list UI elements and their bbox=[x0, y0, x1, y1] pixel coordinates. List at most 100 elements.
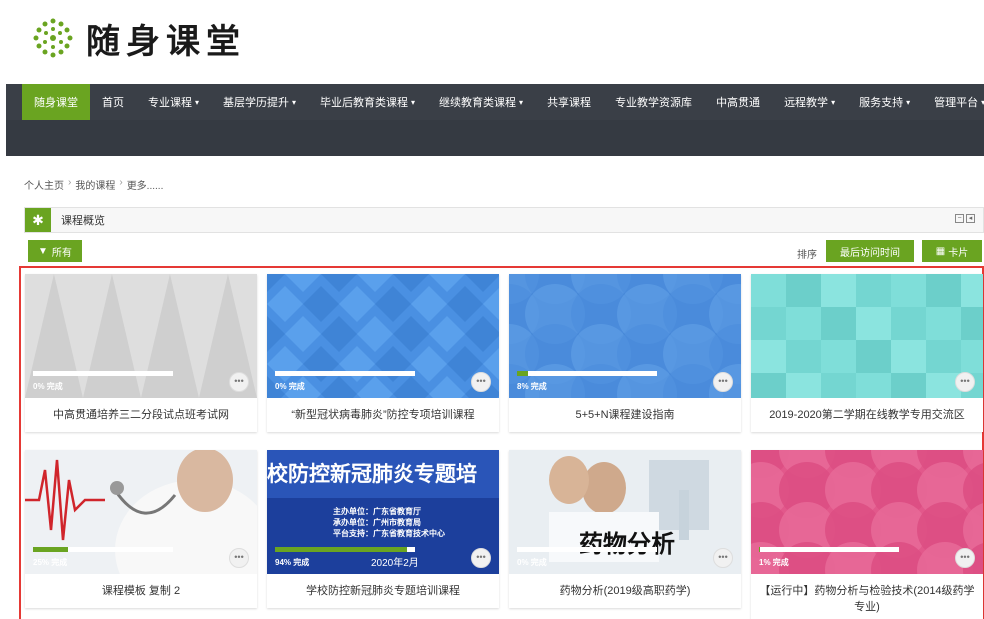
nav-item[interactable]: 中高贯通 bbox=[704, 84, 772, 120]
nav-item-label: 管理平台 bbox=[934, 97, 979, 109]
progress-bar bbox=[33, 371, 173, 376]
banner-headline: 药物分析 bbox=[579, 531, 675, 558]
nav-item-label: 毕业后教育类课程 bbox=[320, 97, 409, 109]
breadcrumb-more[interactable]: 更多...... bbox=[127, 177, 164, 192]
nav-item[interactable]: 随身课堂 bbox=[22, 84, 90, 120]
more-actions-button[interactable]: ••• bbox=[713, 372, 733, 392]
progress-bar bbox=[517, 547, 657, 552]
more-actions-button[interactable]: ••• bbox=[229, 548, 249, 568]
course-image bbox=[25, 274, 257, 398]
chevron-down-icon: ▾ bbox=[195, 97, 200, 107]
banner-date: 2020年2月 bbox=[371, 558, 419, 569]
banner-line: 承办单位：广州市教育局 bbox=[333, 518, 421, 527]
course-card[interactable]: 0% 完成 ••• 中高贯通培养三二分段试点班考试网 bbox=[25, 274, 257, 432]
course-title[interactable]: “新型冠状病毒肺炎”防控专项培训课程 bbox=[267, 398, 499, 432]
breadcrumb-my-courses[interactable]: 我的课程 bbox=[75, 177, 115, 192]
asterisk-icon: ✱ bbox=[25, 208, 51, 232]
course-card[interactable]: 8% 完成 ••• 5+5+N课程建设指南 bbox=[509, 274, 741, 432]
course-card-image[interactable]: 8% 完成 ••• bbox=[509, 274, 741, 398]
nav-item[interactable]: 专业课程 ▾ bbox=[136, 84, 211, 120]
chevron-down-icon: ▾ bbox=[411, 97, 416, 107]
main-nav: 随身课堂 首页 专业课程 ▾ 基层学历提升 ▾ 毕业后教育类课程 ▾ 继续教育类课程 ▾ 共享课程专… bbox=[6, 84, 984, 120]
course-card[interactable]: 0% 完成 ••• “新型冠状病毒肺炎”防控专项培训课程 bbox=[267, 274, 499, 432]
course-title[interactable]: 学校防控新冠肺炎专题培训课程 bbox=[267, 574, 499, 608]
sort-last-accessed-button[interactable]: 最后访问时间 bbox=[826, 240, 914, 262]
block-controls: − ◂ bbox=[955, 214, 975, 223]
nav-subbar bbox=[6, 120, 984, 156]
chevron-down-icon: ▾ bbox=[831, 97, 836, 107]
breadcrumb-home[interactable]: 个人主页 bbox=[24, 177, 64, 192]
nav-item[interactable]: 毕业后教育类课程 ▾ bbox=[308, 84, 427, 120]
course-card-image[interactable]: 1% 完成 ••• bbox=[751, 450, 983, 574]
nav-item-label: 服务支持 bbox=[859, 97, 904, 109]
funnel-icon: ▼ bbox=[38, 245, 48, 257]
filter-all-button[interactable]: ▼ 所有 bbox=[28, 240, 82, 262]
progress-fill bbox=[33, 547, 68, 552]
progress-label: 0% 完成 bbox=[33, 382, 63, 391]
chevron-down-icon: ▾ bbox=[292, 97, 297, 107]
filter-label: 所有 bbox=[51, 247, 72, 259]
course-card-image[interactable]: 0% 完成 ••• bbox=[267, 274, 499, 398]
grid-icon: ▦ bbox=[935, 245, 946, 257]
course-image bbox=[25, 450, 257, 574]
course-card-image[interactable]: 药物分析 0% 完成 ••• bbox=[509, 450, 741, 574]
course-image bbox=[751, 274, 983, 398]
progress-label: 8% 完成 bbox=[517, 382, 547, 391]
progress-bar bbox=[275, 547, 415, 552]
banner-headline: 校防控新冠肺炎专题培 bbox=[267, 463, 477, 486]
nav-item[interactable]: 远程教学 ▾ bbox=[772, 84, 847, 120]
view-card-button[interactable]: ▦ 卡片 bbox=[922, 240, 982, 262]
nav-item-label: 共享课程 bbox=[547, 97, 592, 109]
progress-label: 94% 完成 bbox=[275, 558, 310, 567]
nav-item[interactable]: 专业教学资源库 bbox=[603, 84, 704, 120]
nav-item[interactable]: 管理平台 ▾ bbox=[922, 84, 984, 120]
course-card-image[interactable]: 25% 完成 ••• bbox=[25, 450, 257, 574]
progress-fill bbox=[759, 547, 761, 552]
nav-item[interactable]: 继续教育类课程 ▾ bbox=[427, 84, 535, 120]
course-image bbox=[267, 274, 499, 398]
more-actions-button[interactable]: ••• bbox=[713, 548, 733, 568]
progress-label: 25% 完成 bbox=[33, 558, 68, 567]
nav-item-label: 中高贯通 bbox=[716, 97, 761, 109]
course-card[interactable]: 25% 完成 ••• 课程模板 复制 2 bbox=[25, 450, 257, 608]
nav-item[interactable]: 基层学历提升 ▾ bbox=[211, 84, 308, 120]
chevron-down-icon: ▾ bbox=[519, 97, 524, 107]
sort-label: 排序 bbox=[797, 250, 817, 261]
nav-item[interactable]: 共享课程 bbox=[535, 84, 603, 120]
nav-item[interactable]: 首页 bbox=[90, 84, 136, 120]
more-actions-button[interactable]: ••• bbox=[471, 372, 491, 392]
more-actions-button[interactable]: ••• bbox=[955, 548, 975, 568]
nav-item-label: 远程教学 bbox=[784, 97, 829, 109]
course-card[interactable]: ••• 2019-2020第二学期在线教学专用交流区 bbox=[751, 274, 983, 432]
course-card[interactable]: 药物分析 0% 完成 ••• 药物分析(2019级高职药学) bbox=[509, 450, 741, 608]
course-title[interactable]: 药物分析(2019级高职药学) bbox=[509, 574, 741, 608]
course-card-image[interactable]: 校防控新冠肺炎专题培 主办单位：广东省教育厅 承办单位：广州市教育局 平台支持：广东省… bbox=[267, 450, 499, 574]
nav-item[interactable]: 服务支持 ▾ bbox=[847, 84, 922, 120]
course-card[interactable]: 校防控新冠肺炎专题培 主办单位：广东省教育厅 承办单位：广州市教育局 平台支持：广东省… bbox=[267, 450, 499, 608]
site-logo[interactable]: 随身课堂 bbox=[30, 10, 246, 66]
nav-item-label: 基层学历提升 bbox=[223, 97, 290, 109]
course-title[interactable]: 5+5+N课程建设指南 bbox=[509, 398, 741, 432]
breadcrumb: 个人主页 › 我的课程 › 更多...... bbox=[24, 177, 163, 192]
course-title[interactable]: 【运行中】药物分析与检验技术(2014级药学专业) bbox=[751, 574, 983, 619]
course-title[interactable]: 中高贯通培养三二分段试点班考试网 bbox=[25, 398, 257, 432]
more-actions-button[interactable]: ••• bbox=[471, 548, 491, 568]
course-card-image[interactable]: ••• bbox=[751, 274, 983, 398]
nav-item-label: 继续教育类课程 bbox=[439, 97, 517, 109]
dock-icon[interactable]: ◂ bbox=[966, 214, 975, 223]
course-title[interactable]: 课程模板 复制 2 bbox=[25, 574, 257, 608]
logo-dots-icon bbox=[30, 15, 76, 61]
logo-text: 随身课堂 bbox=[86, 21, 246, 62]
course-title[interactable]: 2019-2020第二学期在线教学专用交流区 bbox=[751, 398, 983, 432]
progress-label: 0% 完成 bbox=[275, 382, 305, 391]
course-image bbox=[751, 450, 983, 574]
nav-item-label: 专业教学资源库 bbox=[615, 97, 693, 109]
more-actions-button[interactable]: ••• bbox=[229, 372, 249, 392]
course-card-image[interactable]: 0% 完成 ••• bbox=[25, 274, 257, 398]
course-card[interactable]: 1% 完成 ••• 【运行中】药物分析与检验技术(2014级药学专业) bbox=[751, 450, 983, 619]
nav-item-label: 随身课堂 bbox=[34, 97, 78, 109]
progress-bar bbox=[33, 547, 173, 552]
collapse-icon[interactable]: − bbox=[955, 214, 964, 223]
banner-line: 主办单位：广东省教育厅 bbox=[333, 507, 421, 516]
more-actions-button[interactable]: ••• bbox=[955, 372, 975, 392]
